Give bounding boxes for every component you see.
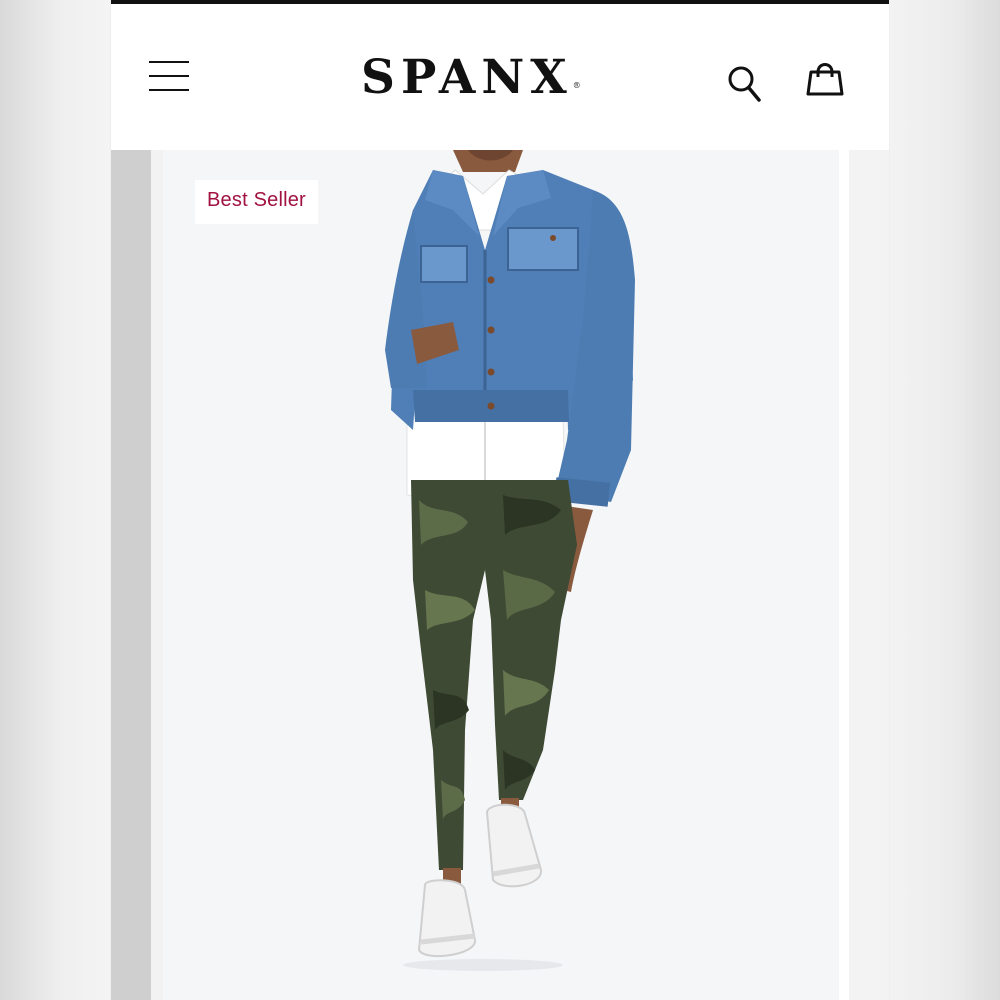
next-image-peek[interactable] [849,150,889,1000]
brand-logo[interactable]: SPANX® [361,48,641,108]
model-illustration [385,150,635,971]
shopping-bag-button[interactable] [803,56,847,100]
previous-image-peek[interactable] [111,150,151,1000]
menu-button[interactable] [149,58,191,94]
registered-mark: ® [572,81,581,90]
best-seller-badge: Best Seller [195,180,318,224]
product-carousel[interactable]: Best Seller [111,150,889,1000]
site-header: SPANX® [111,4,889,150]
hamburger-menu-icon [149,61,189,63]
brand-name: SPANX [361,50,573,105]
search-button[interactable] [725,62,765,106]
search-icon [728,66,761,102]
product-image[interactable]: Best Seller [163,150,839,1000]
shopping-bag-icon [806,63,844,96]
app-screen: SPANX® Best Seller [111,0,889,1000]
